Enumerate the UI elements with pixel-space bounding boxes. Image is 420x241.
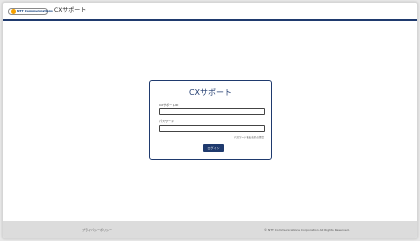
- ntt-communications-logo[interactable]: NTT Communications: [8, 8, 53, 15]
- copyright-text: © NTT Communications Corporation All Rig…: [264, 228, 350, 232]
- top-header: NTT Communications CXサポート: [3, 3, 417, 20]
- id-label: CXサポートID: [159, 103, 179, 107]
- header-divider: [3, 20, 417, 21]
- id-input[interactable]: [159, 108, 265, 115]
- login-title: CXサポート: [188, 88, 233, 97]
- app-title: CXサポート: [54, 7, 87, 14]
- password-input[interactable]: [159, 125, 265, 132]
- password-label: パスワード: [159, 119, 175, 123]
- logo-text: NTT Communications: [17, 9, 53, 13]
- footer: プライバシーポリシー © NTT Communications Corporat…: [3, 221, 417, 238]
- logo-mark-icon: [11, 9, 16, 14]
- login-button[interactable]: ログイン: [203, 144, 224, 152]
- login-card: CXサポート CXサポートID パスワード パスワードをお忘れの場合 ログイン: [149, 80, 272, 160]
- privacy-policy-link[interactable]: プライバシーポリシー: [82, 228, 112, 232]
- forgot-password-link[interactable]: パスワードをお忘れの場合: [234, 136, 264, 140]
- browser-window: NTT Communications CXサポート CXサポート CXサポートI…: [2, 2, 418, 239]
